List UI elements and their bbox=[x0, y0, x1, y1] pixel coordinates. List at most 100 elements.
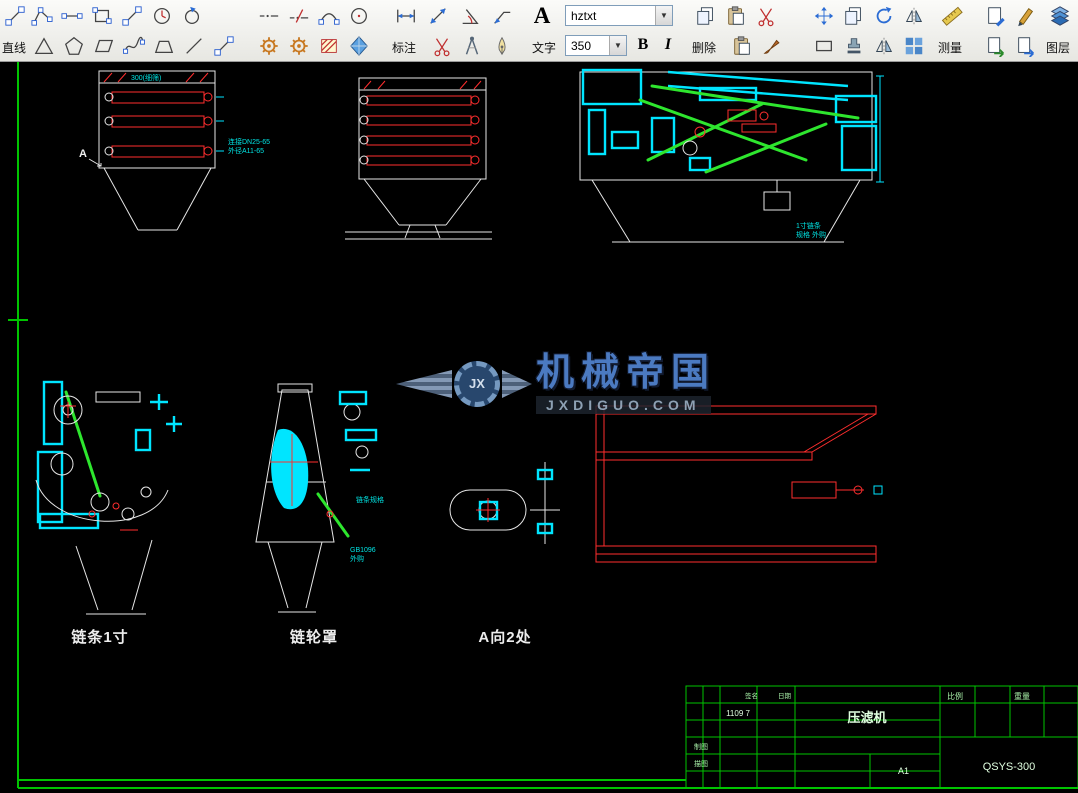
section-marker-a: A bbox=[79, 148, 87, 160]
view-a-direction[interactable]: A向2处 bbox=[449, 462, 560, 646]
rect-endpoints-icon[interactable] bbox=[88, 2, 115, 29]
note-front-2: 外径A11-65 bbox=[228, 146, 264, 155]
cad-canvas[interactable]: 300(细筛) A 连接DN25-65 外径A11-65 1寸链条 规格 外购 … bbox=[0, 62, 1078, 793]
spline-tool-icon[interactable] bbox=[120, 32, 147, 59]
watermark-title: 机械帝国 bbox=[536, 352, 717, 394]
circle-icon[interactable] bbox=[345, 2, 372, 29]
title-sign-label: 签名 bbox=[745, 691, 758, 700]
text-style-value: hztxt bbox=[571, 8, 597, 23]
brush-icon[interactable] bbox=[758, 32, 785, 59]
view-sprocket-cover[interactable]: 链条规格 GB1096 外购 链轮罩 bbox=[255, 383, 384, 646]
export-page-green-icon[interactable] bbox=[982, 32, 1009, 59]
toolbar-label-layer: 图层 bbox=[1046, 41, 1071, 55]
wing-left-icon bbox=[396, 369, 452, 398]
title-date-label: 日期 bbox=[778, 692, 792, 700]
toolbar: A hztxt ▼ 直线 标注 文字 350 ▼ B I 删除 测量 图层 bbox=[0, 0, 1078, 62]
duplicate-icon[interactable] bbox=[840, 2, 867, 29]
pentagon-tool-icon[interactable] bbox=[60, 32, 87, 59]
scissors-icon[interactable] bbox=[428, 32, 455, 59]
view-machine-front-2[interactable] bbox=[345, 77, 492, 240]
view-frame-weldment[interactable] bbox=[595, 405, 883, 563]
title-paper-size: A1 bbox=[898, 766, 909, 776]
clipboard-icon[interactable] bbox=[728, 32, 755, 59]
ruler-icon[interactable] bbox=[938, 2, 965, 29]
gear-logo-text: JX bbox=[469, 376, 485, 392]
hatch-icon[interactable] bbox=[315, 32, 342, 59]
clipped-toolbar-icon[interactable] bbox=[1073, 2, 1078, 29]
cut-icon[interactable] bbox=[752, 2, 779, 29]
paste-icon[interactable] bbox=[722, 2, 749, 29]
title-scale-label: 比例 bbox=[947, 691, 963, 701]
font-size-value: 350 bbox=[571, 38, 592, 53]
watermark: JX 机械帝国 JXDIGUO.COM bbox=[396, 352, 717, 414]
line-endpoints-icon[interactable] bbox=[1, 2, 28, 29]
text-style-combobox[interactable]: hztxt ▼ bbox=[565, 5, 673, 26]
view-label-cover: 链轮罩 bbox=[290, 628, 338, 646]
view-machine-rear[interactable]: 1寸链条 规格 外购 bbox=[579, 68, 884, 243]
title-block[interactable]: 签名 日期 1109 7 压滤机 制图 描图 A1 比例 重量 QSYS-300 bbox=[685, 685, 1078, 789]
gear-icon[interactable] bbox=[255, 32, 282, 59]
gear-logo-icon: JX bbox=[454, 360, 500, 407]
dash-dot-slash-icon[interactable] bbox=[285, 2, 312, 29]
compass-icon[interactable] bbox=[458, 32, 485, 59]
segment-endpoints-icon[interactable] bbox=[118, 2, 145, 29]
gear2-icon[interactable] bbox=[285, 32, 312, 59]
title-date-value: 1109 7 bbox=[726, 709, 750, 718]
arc-icon[interactable] bbox=[315, 2, 342, 29]
italic-button[interactable]: I bbox=[657, 34, 679, 56]
export-page-blue-icon[interactable] bbox=[1012, 32, 1039, 59]
flip-icon[interactable] bbox=[870, 32, 897, 59]
view-label-chain: 链条1寸 bbox=[71, 628, 128, 646]
diamond-icon[interactable] bbox=[345, 32, 372, 59]
title-drawing-no: QSYS-300 bbox=[983, 761, 1036, 773]
note-front-1: 连接DN25-65 bbox=[228, 137, 270, 146]
title-draft-label: 制图 bbox=[694, 742, 708, 751]
rectangle-icon[interactable] bbox=[810, 32, 837, 59]
copy-icon[interactable] bbox=[692, 2, 719, 29]
layers-icon[interactable] bbox=[1046, 2, 1073, 29]
mirror-icon[interactable] bbox=[900, 2, 927, 29]
combobox-arrow-icon[interactable]: ▼ bbox=[655, 6, 672, 25]
angle-dimension-icon[interactable] bbox=[456, 2, 483, 29]
bold-button[interactable]: B bbox=[632, 34, 654, 56]
move-icon[interactable] bbox=[810, 2, 837, 29]
circle-direction-icon[interactable] bbox=[178, 2, 205, 29]
watermark-url: JXDIGUO.COM bbox=[536, 395, 711, 414]
toolbar-label-line: 直线 bbox=[2, 41, 27, 55]
pen-nib-icon[interactable] bbox=[488, 32, 515, 59]
toolbar-label-dimension: 标注 bbox=[392, 41, 417, 55]
stamp-icon[interactable] bbox=[840, 32, 867, 59]
note-cover-3: 外购 bbox=[350, 554, 364, 563]
view-label-a-view: A向2处 bbox=[478, 628, 531, 646]
leader-dimension-icon[interactable] bbox=[488, 2, 515, 29]
title-weight-label: 重量 bbox=[1014, 691, 1030, 701]
horizontal-dimension-icon[interactable] bbox=[392, 2, 419, 29]
triangle-tool-icon[interactable] bbox=[30, 32, 57, 59]
dash-dot-line-icon[interactable] bbox=[255, 2, 282, 29]
view-machine-front[interactable]: 300(细筛) A 连接DN25-65 外径A11-65 bbox=[79, 70, 270, 231]
diagonal-endpoints-icon[interactable] bbox=[210, 32, 237, 59]
hline-endpoints-icon[interactable] bbox=[58, 2, 85, 29]
view-chain-detail[interactable]: 链条1寸 bbox=[35, 380, 182, 646]
page-edit-icon[interactable] bbox=[982, 2, 1009, 29]
rotate-icon[interactable] bbox=[870, 2, 897, 29]
note-front-band: 300(细筛) bbox=[131, 73, 161, 82]
note-cover-1: 链条规格 bbox=[356, 495, 384, 504]
aligned-dimension-icon[interactable] bbox=[424, 2, 451, 29]
title-trace-label: 描图 bbox=[694, 759, 708, 768]
combobox-arrow-icon[interactable]: ▼ bbox=[609, 36, 626, 55]
gauge-icon[interactable] bbox=[148, 2, 175, 29]
font-size-combobox[interactable]: 350 ▼ bbox=[565, 35, 627, 56]
diagonal-line-icon[interactable] bbox=[180, 32, 207, 59]
cad-application: A hztxt ▼ 直线 标注 文字 350 ▼ B I 删除 测量 图层 30… bbox=[0, 0, 1078, 793]
grid-icon[interactable] bbox=[900, 32, 927, 59]
note-rear-2: 规格 外购 bbox=[796, 230, 826, 239]
arch-tool-icon[interactable] bbox=[150, 32, 177, 59]
note-cover-2: GB1096 bbox=[350, 547, 376, 554]
toolbar-label-text: 文字 bbox=[532, 41, 557, 55]
parallelogram-tool-icon[interactable] bbox=[90, 32, 117, 59]
pen-icon[interactable] bbox=[1012, 2, 1039, 29]
wing-right-icon bbox=[502, 369, 532, 398]
text-tool-button[interactable]: A bbox=[528, 2, 556, 30]
polyline-endpoints-icon[interactable] bbox=[28, 2, 55, 29]
